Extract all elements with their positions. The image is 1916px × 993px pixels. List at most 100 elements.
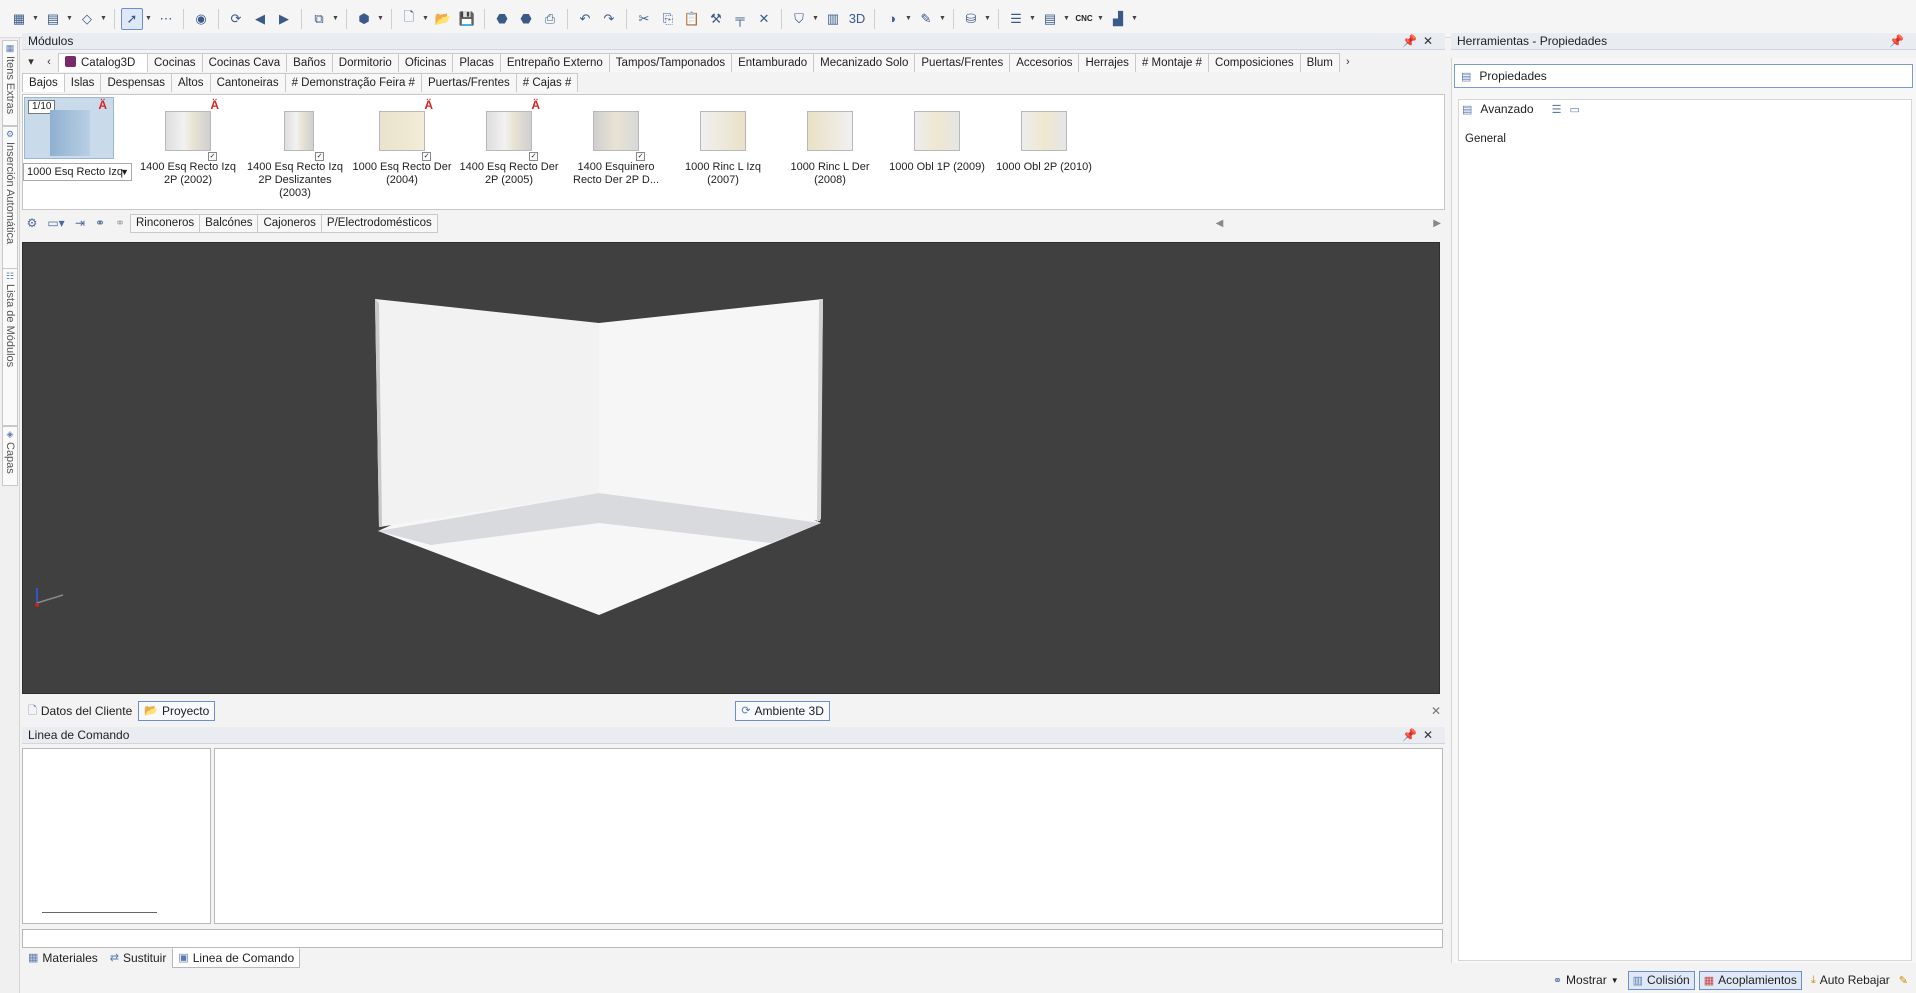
- ruler-icon[interactable]: ▭▾: [42, 216, 70, 230]
- collision-toggle[interactable]: ▥ Colisión: [1627, 970, 1695, 990]
- tab-islas[interactable]: Islas: [63, 72, 102, 92]
- layout-icon[interactable]: ▥: [822, 8, 844, 30]
- insert-icon[interactable]: ▤: [42, 8, 64, 30]
- couplings-toggle[interactable]: ▦ Acoplamientos: [1698, 970, 1802, 990]
- tab-balcones[interactable]: Balcónes: [199, 213, 259, 233]
- tab-herrajes[interactable]: Herrajes: [1078, 52, 1136, 72]
- tab-rinconeros[interactable]: Rinconeros: [130, 213, 201, 233]
- snap-icon[interactable]: ⋯: [155, 8, 177, 30]
- tab-composiciones[interactable]: Composiciones: [1208, 52, 1301, 72]
- box-icon[interactable]: ⬢: [353, 8, 375, 30]
- checkbox-icon[interactable]: ✓: [422, 152, 431, 161]
- new-icon[interactable]: ▦: [8, 8, 30, 30]
- auto-reduce-toggle[interactable]: ⤓ Auto Rebajar: [1806, 971, 1895, 990]
- stack-icon[interactable]: ☰: [1005, 8, 1027, 30]
- tab-electrodomesticos[interactable]: P/Electrodomésticos: [320, 213, 438, 233]
- redo-icon[interactable]: ↷: [598, 8, 620, 30]
- tab-catalog3d[interactable]: Catalog3D: [58, 52, 148, 72]
- vtab-lista-de-modulos[interactable]: ☷ Lista de Módulos: [2, 268, 18, 426]
- tab-cajoneros[interactable]: Cajoneros: [257, 213, 322, 233]
- dropdown-icon[interactable]: ▾: [22, 53, 40, 72]
- binoculars-icon[interactable]: ⚭: [90, 216, 110, 230]
- tab-datos-cliente[interactable]: 🗋 Datos del Cliente: [22, 701, 138, 721]
- dropdown-arrow-icon[interactable]: ▼: [1063, 15, 1071, 22]
- brush-icon[interactable]: ╤: [729, 8, 751, 30]
- tab-bajos[interactable]: Bajos: [22, 72, 65, 92]
- settings-icon[interactable]: ⚙: [22, 216, 42, 230]
- show-button[interactable]: ⚭ Mostrar ▼: [1548, 971, 1624, 990]
- dropdown-arrow-icon[interactable]: ▼: [1131, 15, 1139, 22]
- scroll-right-icon[interactable]: ▶: [1433, 218, 1441, 229]
- list-icon[interactable]: ▤: [1039, 8, 1061, 30]
- chevron-down-icon[interactable]: ▼: [120, 164, 129, 180]
- module-select[interactable]: 1000 Esq Recto Izq ▼: [23, 163, 132, 181]
- propiedades-header[interactable]: ▤ Propiedades: [1454, 64, 1913, 88]
- paint-icon[interactable]: ✎: [915, 8, 937, 30]
- view-icon[interactable]: ⧉: [308, 8, 330, 30]
- close-icon[interactable]: ✕: [1423, 728, 1439, 742]
- rotate-icon[interactable]: ⟳: [225, 8, 247, 30]
- tab-cocinas-cava[interactable]: Cocinas Cava: [201, 52, 288, 72]
- tab-cantoneiras[interactable]: Cantoneiras: [209, 72, 286, 92]
- gallery-item[interactable]: 1000 Rinc L Der (2008): [777, 105, 883, 187]
- tab-banos[interactable]: Baños: [286, 52, 333, 72]
- dropdown-arrow-icon[interactable]: ▼: [66, 15, 74, 22]
- tab-entamburado[interactable]: Entamburado: [731, 52, 815, 72]
- chart-icon[interactable]: ▟: [1107, 8, 1129, 30]
- tab-despensas[interactable]: Despensas: [100, 72, 172, 92]
- checkbox-icon[interactable]: ✓: [529, 152, 538, 161]
- tab-blum[interactable]: Blum: [1299, 52, 1340, 72]
- tab-linea-comando[interactable]: ▣ Linea de Comando: [172, 948, 301, 968]
- close-icon[interactable]: ✕: [1431, 704, 1441, 718]
- render-icon[interactable]: ⬣: [491, 8, 513, 30]
- viewport-3d[interactable]: [22, 242, 1440, 694]
- forward-icon[interactable]: ▶: [273, 8, 295, 30]
- dropdown-arrow-icon[interactable]: ▼: [984, 15, 992, 22]
- categorized-icon[interactable]: ☰: [1552, 103, 1562, 116]
- print-icon[interactable]: ⎙: [539, 8, 561, 30]
- wrench-icon[interactable]: ✎: [1899, 974, 1908, 987]
- tab-cajas[interactable]: # Cajas #: [515, 72, 579, 92]
- tab-mecanizado-solo[interactable]: Mecanizado Solo: [813, 52, 916, 72]
- checkbox-icon[interactable]: ✓: [315, 152, 324, 161]
- tab-proyecto[interactable]: 📂 Proyecto: [138, 701, 216, 721]
- vtab-itens-extras[interactable]: ▦ Itens Extras: [2, 40, 18, 126]
- dropdown-arrow-icon[interactable]: ▼: [905, 15, 913, 22]
- paste-icon[interactable]: 📋: [681, 8, 703, 30]
- dropdown-arrow-icon[interactable]: ▼: [145, 15, 153, 22]
- close-icon[interactable]: ✕: [1423, 34, 1439, 48]
- new-file-icon[interactable]: 🗋: [398, 8, 420, 30]
- tab-altos[interactable]: Altos: [170, 72, 211, 92]
- command-input[interactable]: [22, 929, 1443, 948]
- materials-icon[interactable]: ⛁: [960, 8, 982, 30]
- checkbox-icon[interactable]: ✓: [208, 152, 217, 161]
- selected-module-thumbnail[interactable]: 1/10 Ä: [24, 97, 114, 159]
- tab-oficinas[interactable]: Oficinas: [397, 52, 454, 72]
- dropdown-arrow-icon[interactable]: ▼: [332, 15, 340, 22]
- delete-icon[interactable]: ✕: [753, 8, 775, 30]
- tab-demonstracao-feira[interactable]: # Demonstração Feira #: [284, 72, 422, 92]
- dropdown-arrow-icon[interactable]: ▼: [1097, 15, 1105, 22]
- copy-icon[interactable]: ⎘: [657, 8, 679, 30]
- gallery-item[interactable]: 1000 Obl 1P (2009): [884, 105, 990, 174]
- cnc-icon[interactable]: CNC: [1073, 8, 1095, 30]
- tab-materiales[interactable]: ▦ Materiales: [22, 948, 104, 968]
- gallery-item[interactable]: ✓ 1400 Esq Recto Izq 2P Deslizantes (200…: [242, 105, 348, 200]
- property-category-general[interactable]: General: [1465, 133, 1506, 145]
- scroll-left-icon[interactable]: ◀: [1216, 218, 1224, 229]
- eye-icon[interactable]: ◉: [190, 8, 212, 30]
- vtab-capas[interactable]: ◈ Capas: [2, 426, 18, 486]
- command-history-list[interactable]: [22, 748, 211, 924]
- dropdown-arrow-icon[interactable]: ▼: [422, 15, 430, 22]
- tab-entrepano-externo[interactable]: Entrepaño Externo: [499, 52, 610, 72]
- gallery-item[interactable]: 1000 Obl 2P (2010): [991, 105, 1097, 174]
- shape-icon[interactable]: ◇: [76, 8, 98, 30]
- dropdown-arrow-icon[interactable]: ▼: [812, 15, 820, 22]
- tab-cocinas[interactable]: Cocinas: [147, 52, 203, 72]
- tab-puertas-frentes[interactable]: Puertas/Frentes: [914, 52, 1011, 72]
- save-icon[interactable]: 💾: [456, 8, 478, 30]
- hammer-icon[interactable]: ⚒: [705, 8, 727, 30]
- gallery-item[interactable]: 1000 Rinc L Izq (2007): [670, 105, 776, 187]
- shield-icon[interactable]: ⛉: [788, 8, 810, 30]
- gallery-item[interactable]: ✓ 1400 Esquinero Recto Der 2P D...: [563, 105, 669, 187]
